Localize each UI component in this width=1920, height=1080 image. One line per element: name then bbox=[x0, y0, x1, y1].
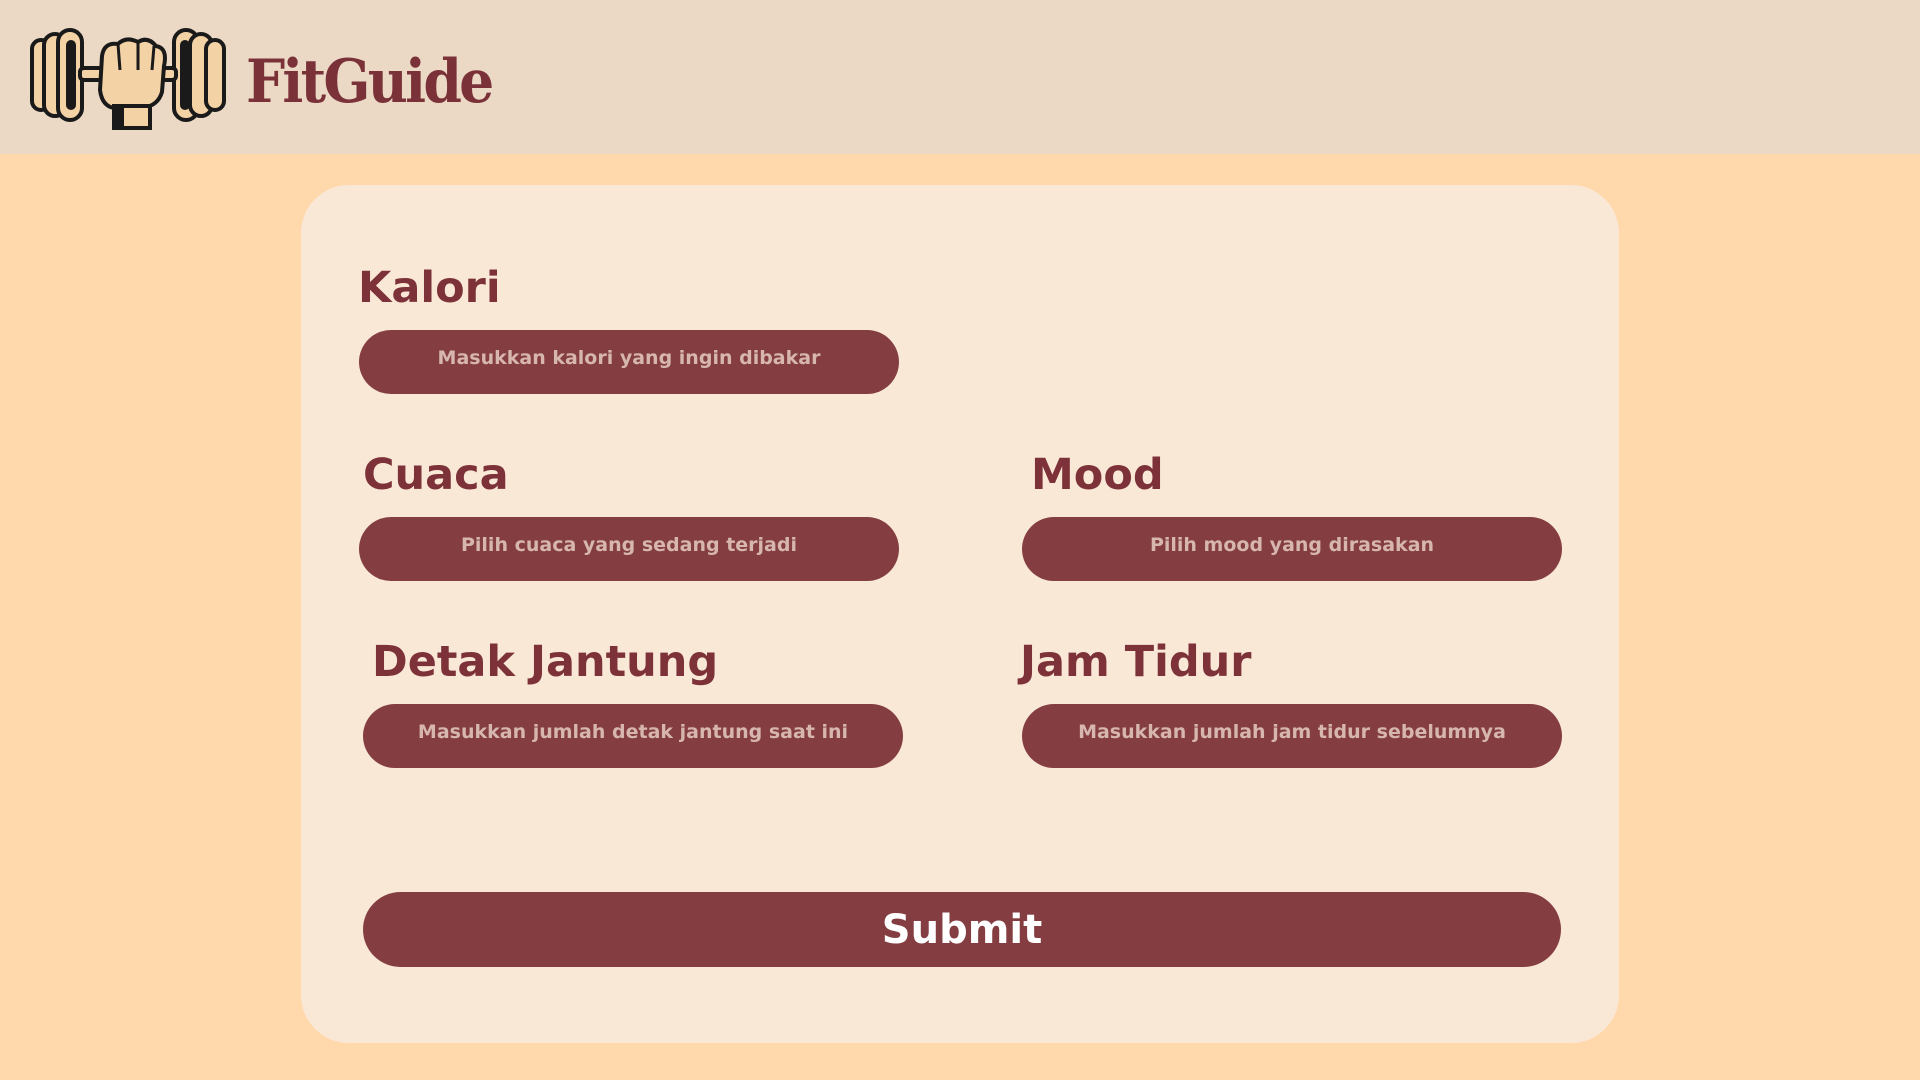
jam-tidur-input[interactable] bbox=[1022, 704, 1562, 768]
detak-jantung-input[interactable] bbox=[363, 704, 903, 768]
label-mood: Mood bbox=[1031, 450, 1164, 500]
cuaca-select[interactable] bbox=[359, 517, 899, 581]
fist-dumbbell-icon bbox=[30, 28, 226, 130]
label-kalori: Kalori bbox=[358, 263, 501, 313]
kalori-input[interactable] bbox=[359, 330, 899, 394]
brand-name: FitGuide bbox=[246, 47, 494, 117]
header: FitGuide bbox=[0, 0, 1920, 154]
submit-button[interactable]: Submit bbox=[363, 892, 1561, 967]
label-jam-tidur: Jam Tidur bbox=[1020, 637, 1252, 687]
label-detak-jantung: Detak Jantung bbox=[372, 637, 719, 687]
mood-select[interactable] bbox=[1022, 517, 1562, 581]
label-cuaca: Cuaca bbox=[363, 450, 509, 500]
